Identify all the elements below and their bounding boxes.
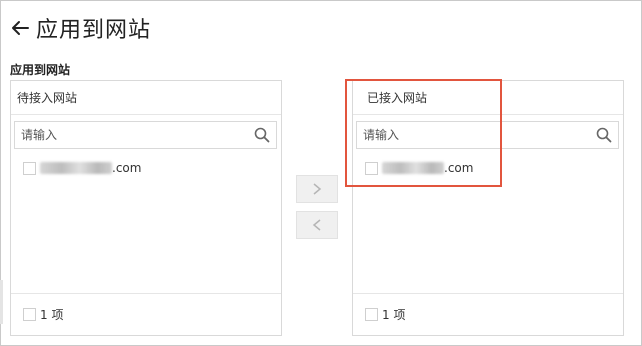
page-header: 应用到网站 [10,12,151,44]
arrow-left-icon[interactable] [10,18,30,38]
item-count: 1 项 [382,308,406,322]
redacted-domain [40,162,112,174]
highlight-box [345,79,502,187]
page-title: 应用到网站 [36,18,152,43]
chevron-right-icon [313,183,322,195]
search-icon[interactable] [254,127,270,143]
site-list: .com [23,159,141,177]
move-right-button[interactable] [296,175,338,203]
search-input[interactable] [15,122,245,148]
item-checkbox[interactable] [23,161,36,175]
pending-sites-panel: 待接入网站 .com 1 项 [10,80,282,336]
domain-suffix: .com [112,161,142,175]
item-count: 1 项 [40,308,64,322]
panel-footer: 1 项 [353,293,623,335]
list-item[interactable]: .com [23,159,141,177]
section-label: 应用到网站 [10,63,71,77]
search-box [14,121,277,149]
select-all-checkbox[interactable] [23,308,36,321]
panel-footer: 1 项 [11,293,281,335]
side-tab [0,280,3,324]
select-all-checkbox[interactable] [365,308,378,321]
move-left-button[interactable] [296,211,338,239]
panel-title: 待接入网站 [11,81,281,115]
search-icon[interactable] [596,127,612,143]
chevron-left-icon [312,219,321,231]
